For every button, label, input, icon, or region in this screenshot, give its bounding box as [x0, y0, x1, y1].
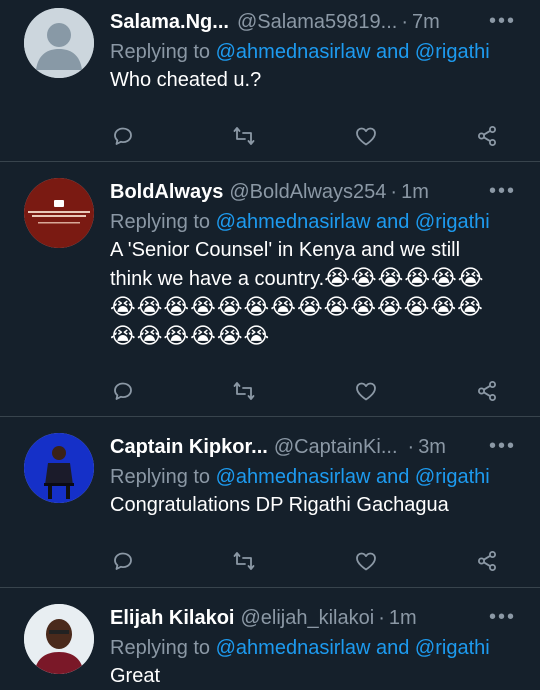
reply-icon[interactable]	[110, 548, 136, 574]
replying-to-link[interactable]: @ahmednasirlaw and @rigathi	[216, 637, 490, 659]
tweet-actions	[110, 531, 524, 591]
separator-dot: ·	[378, 607, 385, 629]
share-icon[interactable]	[474, 123, 500, 149]
replying-to-link[interactable]: @ahmednasirlaw and @rigathi	[216, 41, 490, 63]
separator-dot: ·	[401, 11, 409, 33]
tweet-text: Great	[110, 665, 161, 687]
retweet-icon[interactable]	[231, 378, 257, 404]
tweet-header: Salama.Ng... @Salama59819... · 7m	[110, 8, 524, 36]
share-icon[interactable]	[474, 548, 500, 574]
avatar[interactable]	[24, 433, 94, 503]
tweet[interactable]: Salama.Ng... @Salama59819... · 7m ••• Re…	[0, 0, 540, 162]
more-icon[interactable]: •••	[489, 436, 516, 456]
tweet-header: Captain Kipkor... @CaptainKi... · 3m	[110, 433, 524, 461]
more-icon[interactable]: •••	[489, 11, 516, 31]
replying-prefix: Replying to	[110, 637, 211, 659]
tweet-text-container: A 'Senior Counsel' in Kenya and we still…	[110, 236, 524, 351]
display-name[interactable]: BoldAlways	[110, 179, 223, 205]
tweet[interactable]: Captain Kipkor... @CaptainKi... · 3m •••…	[0, 417, 540, 588]
more-icon[interactable]: •••	[489, 181, 516, 201]
display-name[interactable]: Captain Kipkor...	[110, 434, 268, 460]
replying-to-link[interactable]: @ahmednasirlaw and @rigathi	[216, 466, 490, 488]
replying-prefix: Replying to	[110, 466, 211, 488]
tweet-header: BoldAlways @BoldAlways254 · 1m	[110, 178, 524, 206]
separator-dot: ·	[390, 181, 398, 203]
username[interactable]: @CaptainKi...	[274, 434, 398, 460]
reply-icon[interactable]	[110, 123, 136, 149]
replying-to-link[interactable]: @ahmednasirlaw and @rigathi	[216, 211, 490, 233]
tweet-actions	[110, 361, 524, 421]
timestamp[interactable]: 1m	[401, 179, 429, 205]
reply-icon[interactable]	[110, 378, 136, 404]
timestamp[interactable]: 3m	[418, 434, 446, 460]
like-icon[interactable]	[353, 548, 379, 574]
retweet-icon[interactable]	[231, 123, 257, 149]
display-name[interactable]: Salama.Ng...	[110, 9, 229, 35]
username[interactable]: @elijah_kilakoi	[240, 605, 374, 631]
like-icon[interactable]	[353, 378, 379, 404]
replying-to: Replying to @ahmednasirlaw and @rigathi	[110, 463, 524, 491]
tweet[interactable]: Elijah Kilakoi @elijah_kilakoi · 1m ••• …	[0, 588, 540, 690]
username[interactable]: @BoldAlways254	[229, 179, 386, 205]
username[interactable]: @Salama59819...	[237, 9, 397, 35]
retweet-icon[interactable]	[231, 548, 257, 574]
replying-to: Replying to @ahmednasirlaw and @rigathi	[110, 208, 524, 236]
avatar[interactable]	[24, 8, 94, 78]
share-icon[interactable]	[474, 378, 500, 404]
display-name[interactable]: Elijah Kilakoi	[110, 605, 234, 631]
replying-to: Replying to @ahmednasirlaw and @rigathi	[110, 38, 524, 66]
timestamp[interactable]: 7m	[412, 9, 440, 35]
tweet-text: Congratulations DP Rigathi Gachagua	[110, 494, 449, 516]
replying-prefix: Replying to	[110, 41, 211, 63]
more-icon[interactable]: •••	[489, 607, 516, 627]
tweet-header: Elijah Kilakoi @elijah_kilakoi · 1m	[110, 604, 524, 632]
timestamp[interactable]: 1m	[389, 605, 417, 631]
replying-prefix: Replying to	[110, 211, 211, 233]
replying-to: Replying to @ahmednasirlaw and @rigathi	[110, 634, 524, 662]
avatar[interactable]	[24, 178, 94, 248]
separator-dot: ·	[407, 436, 415, 458]
tweet[interactable]: BoldAlways @BoldAlways254 · 1m ••• Reply…	[0, 162, 540, 417]
tweet-text: Who cheated u.?	[110, 69, 262, 91]
avatar[interactable]	[24, 604, 94, 674]
like-icon[interactable]	[353, 123, 379, 149]
tweet-actions	[110, 106, 524, 166]
